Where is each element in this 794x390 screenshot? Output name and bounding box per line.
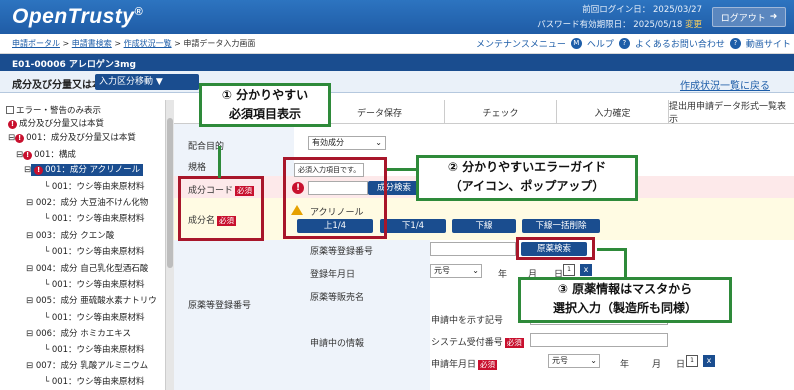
callout-connector [597,248,625,251]
video-site-link[interactable]: 動画サイト [746,37,791,50]
standard-label: 規格 [188,163,207,173]
last-login: 前回ログイン日： 2025/03/27 [582,5,702,15]
error-icon: ! [15,134,25,143]
check-tab[interactable]: チェック [444,100,556,124]
remove-underline-button[interactable]: 下線一括削除 [522,219,600,233]
tree-item[interactable]: ⊟ 002：成分 大豆油不けん化物 [26,196,148,208]
input-section-move-select[interactable]: 入力区分移動 ▼ [95,74,199,90]
day-unit: 日 [676,360,686,370]
drug-seller-label: 原薬等販売名 [310,293,365,303]
callout-connector [218,146,221,178]
tree-item[interactable]: └ 001：ウシ等由来原材料 [44,343,145,355]
applying-sign-label: 申請中を示す記号 [431,316,504,326]
question-icon: ? [729,38,741,49]
year-unit: 年 [620,360,630,370]
drug-search-highlight [516,237,595,260]
password-change-link[interactable]: 変更 [685,20,702,30]
tree-item[interactable]: ! 成分及び分量又は本質 [8,117,104,129]
errors-only-filter[interactable]: エラー・警告のみ表示 [6,104,101,116]
tree-item[interactable]: ⊟! 001：構成 [16,148,76,160]
breadcrumb-status[interactable]: 作成状況一覧 [124,39,172,48]
clear-date-button[interactable]: x [580,264,592,276]
reg-date-label: 登録年月日 [310,270,356,280]
applying-info-label: 申請中の情報 [310,339,365,349]
drug-reg-no-label: 原薬等登録番号 [310,247,374,257]
error-guide-highlight [283,157,387,239]
maintenance-menu-link[interactable]: メンテナンスメニュー [476,37,566,50]
required-badge: 必須 [504,338,524,348]
application-date-label: 申請年月日 必須 [431,360,498,370]
error-icon: ! [23,151,33,160]
sub-label-column [294,240,430,390]
callout-required-display: ① 分かりやすい 必須項目表示 [199,83,331,127]
save-data-tab[interactable]: データ保存 [314,100,444,124]
callout-connector [624,248,627,278]
sidebar-scrollbar[interactable] [165,100,174,390]
breadcrumb-current: 申請データ入力画面 [183,39,256,48]
tree-item[interactable]: ⊟ 004：成分 自己乳化型酒石酸 [26,262,148,274]
year-unit: 年 [498,270,508,280]
month-unit: 月 [652,360,662,370]
record-id: E01-00006 アレロゲン3mg [12,60,136,70]
chevron-down-icon: ⌄ [590,356,597,365]
top-links: メンテナンスメニュー M ヘルプ ? よくあるお問い合わせ ? 動画サイト [476,37,791,50]
callout-connector [387,168,417,171]
tree-item[interactable]: ⊟ 006：成分 ホミカエキス [26,327,131,339]
tree-item[interactable]: └ 001：ウシ等由来原材料 [44,311,145,323]
password-expiry: パスワード有効期限日： 2025/05/18 変更 [537,20,702,30]
blend-purpose-select[interactable]: 有効成分 ⌄ [308,136,386,150]
breadcrumb-portal[interactable]: 申請ポータル [12,39,60,48]
tree-item[interactable]: └ 001：ウシ等由来原材料 [44,375,145,387]
tree-item[interactable]: ⊟ 007：成分 乳酸アルミニウム [26,359,148,371]
faq-link[interactable]: よくあるお問い合わせ [635,37,725,50]
tree-item[interactable]: └ 001：ウシ等由来原材料 [44,278,145,290]
callout-drug-master: ③ 原薬情報はマスタから 選択入力（製造所も同様） [518,277,732,323]
subscript-button[interactable]: 下1/4 [380,219,446,233]
logout-button[interactable]: ログアウト ➜ [712,7,786,27]
system-number-label: システム受付番号 必須 [431,338,524,348]
chevron-down-icon: ⌄ [472,266,479,275]
tree-item-selected[interactable]: ⊟! 001：成分 アクリノール [24,163,144,176]
breadcrumb-search[interactable]: 申請書検索 [72,39,112,48]
app-logo: OpenTrusty® [12,5,144,28]
required-fields-highlight [178,176,264,241]
clear-date-button[interactable]: x [703,355,715,367]
checkbox-icon[interactable] [6,106,14,114]
underline-button[interactable]: 下線 [452,219,516,233]
tree-item[interactable]: └ 001：ウシ等由来原材料 [44,180,145,192]
era-select[interactable]: 元号 ⌄ [430,264,482,278]
question-icon: ? [618,38,630,49]
help-link[interactable]: ヘルプ [587,37,614,50]
tree-item[interactable]: ⊟ 003：成分 クエン酸 [26,229,114,241]
calendar-icon[interactable]: 1 [563,264,575,276]
callout-error-guide: ② 分かりやすいエラーガイド （アイコン、ポップアップ） [416,155,638,201]
error-icon: ! [8,120,17,129]
back-to-status-link[interactable]: 作成状況一覧に戻る [680,77,770,92]
arrow-right-icon: ➜ [769,12,778,22]
app-era-select[interactable]: 元号 ⌄ [548,354,600,368]
tree-item[interactable]: └ 001：ウシ等由来原材料 [44,245,145,257]
system-number-input[interactable] [530,333,668,347]
manual-icon: M [570,38,582,49]
drug-reg-no-input[interactable] [430,242,516,256]
drug-reg-section-label: 原薬等登録番号 [188,301,252,311]
scroll-thumb[interactable] [167,118,173,268]
submission-format-tab[interactable]: 提出用申請データ形式一覧表示 [668,100,794,125]
required-badge: 必須 [478,360,498,370]
tree-item[interactable]: ⊟! 001：成分及び分量又は本質 [8,131,136,143]
error-icon: ! [34,166,44,175]
tree-item[interactable]: ⊟ 005：成分 亜硫酸水素ナトリウ [26,294,157,306]
chevron-down-icon: ⌄ [375,138,382,147]
calendar-icon[interactable]: 1 [686,355,698,367]
tree-item[interactable]: └ 001：ウシ等由来原材料 [44,212,145,224]
breadcrumb: 申請ポータル > 申請書検索 > 作成状況一覧 > 申請データ入力画面 [12,39,256,48]
login-info: 前回ログイン日： 2025/03/27 パスワード有効期限日： 2025/05/… [537,3,702,33]
confirm-input-tab[interactable]: 入力確定 [556,100,668,124]
